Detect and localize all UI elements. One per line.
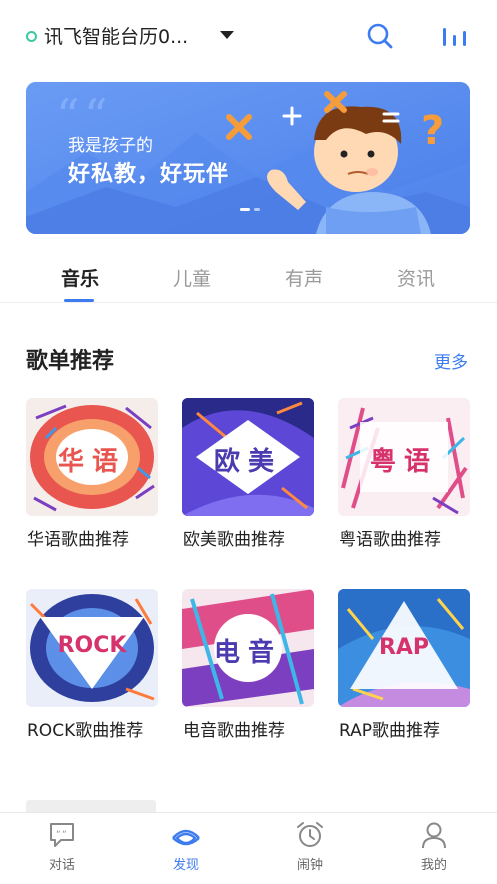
profile-icon: [422, 822, 446, 849]
playlist-card-rap[interactable]: RAP: [338, 589, 470, 707]
banner-title: 好私教，好玩伴: [68, 162, 230, 187]
chevron-down-icon[interactable]: [220, 31, 234, 39]
equalizer-icon[interactable]: [441, 24, 469, 48]
cover-text: ROCK: [57, 633, 127, 658]
more-link[interactable]: 更多: [434, 348, 468, 373]
playlist-label[interactable]: 电音歌曲推荐: [183, 716, 285, 741]
device-selector-label[interactable]: 讯飞智能台历0...: [44, 22, 188, 49]
cover-text: 电音: [213, 638, 282, 668]
search-icon[interactable]: [366, 22, 394, 50]
next-section-peek: [26, 800, 166, 812]
playlist-label[interactable]: 华语歌曲推荐: [27, 525, 129, 550]
playlist-card-rock[interactable]: ROCK: [26, 589, 158, 707]
nav-discover[interactable]: 发现: [124, 813, 248, 884]
connection-status-icon: [26, 31, 37, 42]
playlist-card-electronic[interactable]: 电音: [182, 589, 314, 707]
cover-text: 粤语: [369, 447, 438, 477]
top-bar: 讯飞智能台历0...: [0, 0, 497, 72]
active-tab-indicator: [64, 299, 94, 302]
playlist-label[interactable]: RAP歌曲推荐: [339, 716, 440, 741]
tab-audio[interactable]: 有声: [269, 264, 339, 291]
playlist-label[interactable]: 欧美歌曲推荐: [183, 525, 285, 550]
svg-text:“: “: [56, 830, 61, 840]
playlist-label[interactable]: 粤语歌曲推荐: [339, 525, 441, 550]
nav-label: 我的: [420, 858, 447, 873]
banner-subtitle: 我是孩子的: [68, 136, 153, 156]
cover-text: 欧美: [213, 447, 282, 477]
nav-profile[interactable]: 我的: [372, 813, 496, 884]
tab-kids[interactable]: 儿童: [157, 264, 227, 291]
alarm-clock-icon: [297, 822, 323, 847]
cover-text: 华语: [57, 447, 126, 477]
cover-text: RAP: [378, 635, 430, 660]
nav-label: 对话: [48, 858, 75, 873]
nav-chat[interactable]: “ “ 对话: [0, 813, 124, 884]
svg-text:?: ?: [421, 108, 444, 154]
playlist-card-western[interactable]: 欧美: [182, 398, 314, 516]
playlist-card-chinese[interactable]: 华语: [26, 398, 158, 516]
playlist-label[interactable]: ROCK歌曲推荐: [27, 716, 143, 741]
playlist-card-cantonese[interactable]: 粤语: [338, 398, 470, 516]
nav-alarm[interactable]: 闹钟: [248, 813, 372, 884]
svg-text:“: “: [62, 830, 67, 840]
category-tabs: 音乐 儿童 有声 资讯: [0, 254, 497, 303]
chat-icon: “ “: [50, 823, 74, 847]
nav-label: 闹钟: [296, 858, 323, 873]
nav-label: 发现: [172, 858, 199, 873]
bottom-navigation: “ “ 对话 发现 闹钟 我的: [0, 812, 497, 884]
section-title: 歌单推荐: [26, 349, 115, 374]
tab-news[interactable]: 资讯: [381, 264, 451, 291]
discover-icon: [172, 829, 200, 846]
tab-music[interactable]: 音乐: [45, 264, 115, 291]
